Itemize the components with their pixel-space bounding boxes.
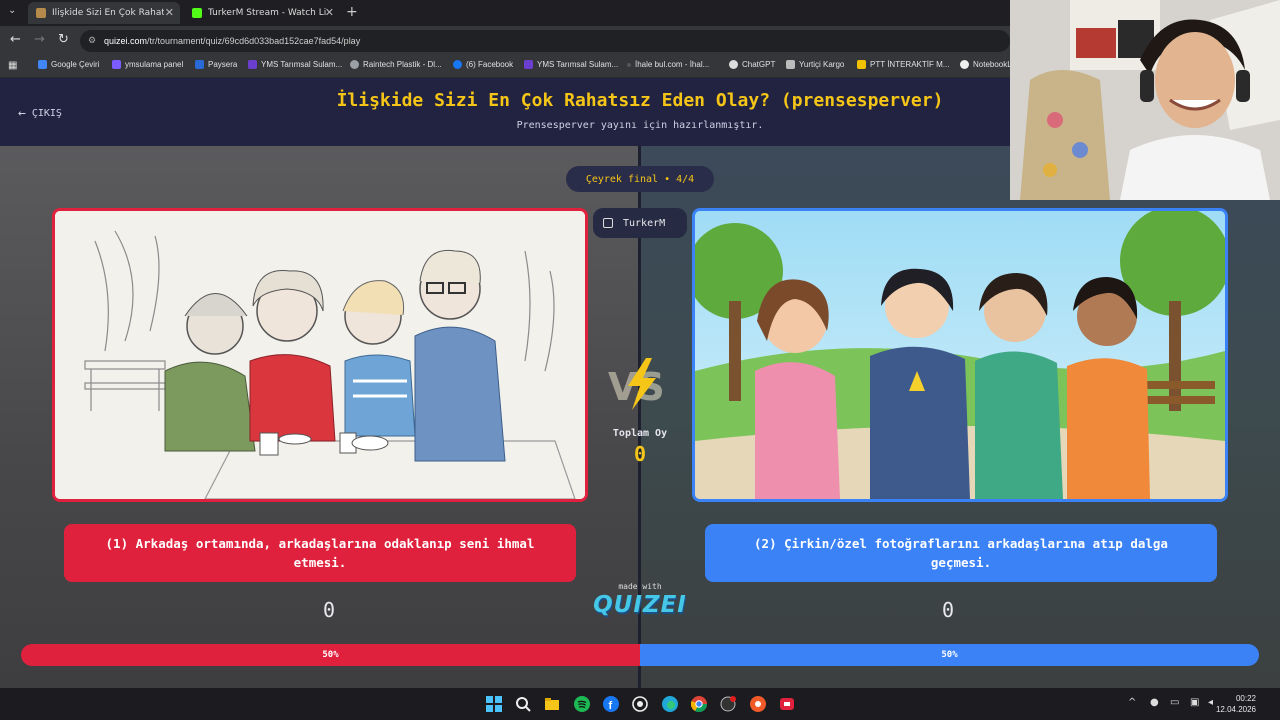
option-1-percent-label: 50% xyxy=(322,650,339,660)
bookmark-favicon-icon xyxy=(627,62,631,67)
file-explorer-icon[interactable] xyxy=(544,696,560,712)
bookmark-favicon-icon xyxy=(195,60,204,69)
bookmark-item[interactable]: Paysera xyxy=(195,60,237,69)
keyboard-icon[interactable]: ▭ xyxy=(1170,697,1179,708)
tab-stream[interactable]: TurkerM Stream - Watch Live o ✕ xyxy=(184,2,340,24)
bookmark-favicon-icon xyxy=(960,60,969,69)
bookmark-item[interactable]: YMS Tarımsal Sulam... xyxy=(248,60,342,69)
windows-start-icon[interactable] xyxy=(486,696,502,712)
search-icon[interactable] xyxy=(515,696,531,712)
bookmark-label: YMS Tarımsal Sulam... xyxy=(261,60,343,69)
bookmark-label: İhale bul.com - İhal... xyxy=(635,60,710,69)
bookmark-favicon-icon xyxy=(38,60,47,69)
apps-icon[interactable]: ▦ xyxy=(8,60,17,71)
site-info-icon[interactable]: ⚙ xyxy=(88,35,96,46)
url-path: /tr/tournament/quiz/69cd6d033bad152cae7f… xyxy=(147,36,361,46)
spotify-icon[interactable] xyxy=(574,696,590,712)
bookmark-item[interactable]: ymsulama panel xyxy=(112,60,183,69)
taskbar-clock[interactable]: 00:22 12.04.2026 xyxy=(1216,693,1256,715)
bookmark-favicon-icon xyxy=(524,60,533,69)
option-2-votes: 0 xyxy=(942,598,955,622)
bookmark-favicon-icon xyxy=(248,60,257,69)
option-2-percent-label: 50% xyxy=(941,650,958,660)
volume-icon[interactable]: ◂ xyxy=(1208,697,1213,708)
bookmark-favicon-icon xyxy=(350,60,359,69)
bookmark-label: ChatGPT xyxy=(742,60,776,69)
option-1-text: (1) Arkadaş ortamında, arkadaşlarına oda… xyxy=(105,536,535,570)
bookmark-favicon-icon xyxy=(786,60,795,69)
network-icon[interactable]: ▣ xyxy=(1190,697,1199,708)
whatsapp-icon[interactable] xyxy=(632,696,648,712)
quizei-logo[interactable]: QUIZEI xyxy=(590,592,690,618)
kick-favicon-icon xyxy=(192,8,202,18)
tab-quiz[interactable]: İlişkide Sizi En Çok Rahatsız Eden ✕ xyxy=(28,2,180,24)
bookmark-favicon-icon xyxy=(857,60,866,69)
vote-percentage-bar: 50% 50% xyxy=(21,644,1259,666)
facebook-icon xyxy=(453,60,462,69)
total-votes-value: 0 xyxy=(633,442,647,466)
vs-lightning-icon: VS xyxy=(608,358,665,410)
option-2-text: (2) Çirkin/özel fotoğraflarını arkadaşla… xyxy=(754,536,1168,570)
streamer-name: TurkerM xyxy=(623,217,666,229)
bookmark-item[interactable]: Raintech Plastik - Dl... xyxy=(350,60,442,69)
close-tab-icon[interactable]: ✕ xyxy=(325,6,334,19)
option-2-button[interactable]: (2) Çirkin/özel fotoğraflarını arkadaşla… xyxy=(705,524,1217,582)
bookmark-favicon-icon xyxy=(112,60,121,69)
app-icon[interactable] xyxy=(750,696,766,712)
bookmark-item[interactable]: Yurtiçi Kargo xyxy=(786,60,844,69)
option-1-image[interactable] xyxy=(52,208,588,502)
option-2-percentage: 50% xyxy=(640,644,1259,666)
option-1-percentage: 50% xyxy=(21,644,640,666)
facebook-taskbar-icon[interactable]: f xyxy=(603,696,619,712)
webcam-overlay xyxy=(1010,0,1280,200)
app-icon[interactable] xyxy=(779,696,795,712)
clock-date: 12.04.2026 xyxy=(1215,705,1256,714)
round-badge: Çeyrek final • 4/4 xyxy=(566,166,714,192)
reload-icon[interactable]: ↻ xyxy=(58,32,69,47)
bookmark-item[interactable]: PTT İNTERAKTİF M... xyxy=(857,60,949,69)
bookmark-label: Raintech Plastik - Dl... xyxy=(363,60,442,69)
back-icon[interactable]: ← xyxy=(10,32,21,47)
bookmark-item[interactable]: İhale bul.com - İhal... xyxy=(627,60,709,69)
bookmark-item[interactable]: (6) Facebook xyxy=(453,60,513,69)
microphone-icon[interactable]: ● xyxy=(1150,697,1159,708)
bookmark-item[interactable]: YMS Tarımsal Sulam... xyxy=(524,60,618,69)
svg-text:f: f xyxy=(609,700,613,712)
app-icon[interactable] xyxy=(720,696,736,712)
bookmark-label: PTT İNTERAKTİF M... xyxy=(870,60,950,69)
edge-icon[interactable] xyxy=(662,696,678,712)
close-tab-icon[interactable]: ✕ xyxy=(165,6,174,19)
option-2-image[interactable] xyxy=(692,208,1228,502)
stream-window-icon xyxy=(603,218,613,228)
tab-quiz-label: İlişkide Sizi En Çok Rahatsız Eden xyxy=(52,8,164,18)
forward-icon[interactable]: → xyxy=(34,32,45,47)
bookmark-label: YMS Tarımsal Sulam... xyxy=(537,60,619,69)
url-host: quizei.com xyxy=(104,36,148,46)
chatgpt-icon xyxy=(729,60,738,69)
tray-chevron-icon[interactable]: ^ xyxy=(1128,697,1136,708)
kids-park-illustration xyxy=(695,211,1225,499)
total-votes-label: Toplam Oy xyxy=(612,428,668,439)
tab-stream-label: TurkerM Stream - Watch Live o xyxy=(208,8,326,18)
friends-sketch-illustration xyxy=(55,211,585,499)
quiz-favicon-icon xyxy=(36,8,46,18)
new-tab-icon[interactable]: + xyxy=(346,4,358,20)
bookmark-label: Google Çeviri xyxy=(51,60,100,69)
tab-search-icon[interactable]: ⌄ xyxy=(8,5,16,16)
option-1-votes: 0 xyxy=(323,598,336,622)
bookmark-item[interactable]: ChatGPT xyxy=(729,60,775,69)
chrome-icon[interactable] xyxy=(691,696,707,712)
webcam-person-image xyxy=(1010,0,1280,200)
option-1-button[interactable]: (1) Arkadaş ortamında, arkadaşlarına oda… xyxy=(64,524,576,582)
bookmark-label: (6) Facebook xyxy=(466,60,514,69)
clock-time: 00:22 xyxy=(1235,694,1256,703)
bookmark-label: Yurtiçi Kargo xyxy=(799,60,845,69)
streamer-badge: TurkerM xyxy=(593,208,687,238)
os-taskbar: f ^ ● ▭ ▣ ◂ 00:22 12.04.2026 xyxy=(0,688,1280,720)
bookmark-label: Paysera xyxy=(208,60,238,69)
url-field[interactable]: ⚙ quizei.com/tr/tournament/quiz/69cd6d03… xyxy=(80,30,1010,52)
bookmark-label: ymsulama panel xyxy=(125,60,184,69)
made-with-label: made with xyxy=(618,582,662,591)
bookmark-item[interactable]: Google Çeviri xyxy=(38,60,99,69)
